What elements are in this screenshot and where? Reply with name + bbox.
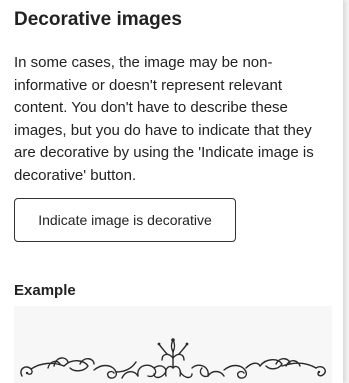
indicate-decorative-button[interactable]: Indicate image is decorative xyxy=(14,198,236,242)
example-image-container xyxy=(14,306,332,383)
decorative-flourish-icon xyxy=(20,338,326,379)
section-title: Decorative images xyxy=(14,9,182,30)
decorative-images-panel: Decorative images In some cases, the ima… xyxy=(0,0,343,383)
example-label: Example xyxy=(14,282,76,299)
section-description: In some cases, the image may be non-info… xyxy=(14,54,314,184)
